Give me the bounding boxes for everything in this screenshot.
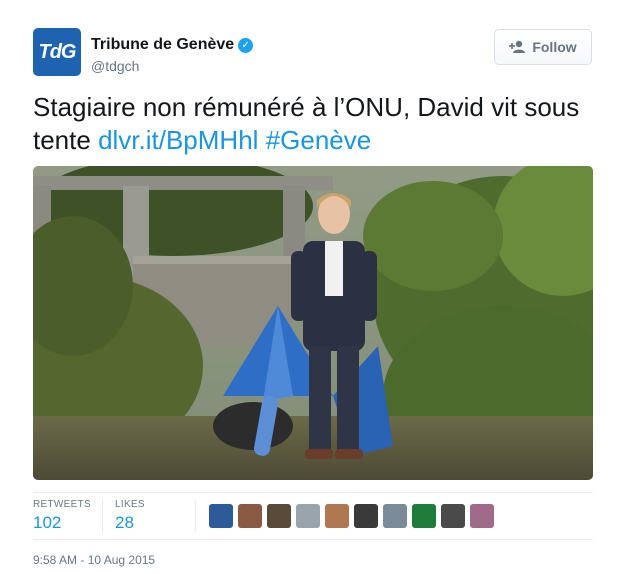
liker-avatar-8[interactable]: [412, 504, 436, 528]
likes-count[interactable]: 28: [115, 513, 145, 533]
follow-label: Follow: [532, 39, 577, 55]
liker-avatar-7[interactable]: [383, 504, 407, 528]
stats-separator: [102, 500, 103, 532]
follow-button[interactable]: Follow: [494, 29, 592, 65]
liker-avatar-4[interactable]: [296, 504, 320, 528]
verified-badge-icon: ✓: [238, 38, 254, 53]
liker-avatars: [209, 504, 494, 528]
liker-avatar-6[interactable]: [354, 504, 378, 528]
liker-avatar-3[interactable]: [267, 504, 291, 528]
account-handle[interactable]: @tdgch: [91, 58, 139, 74]
retweets-label: RETWEETS: [33, 499, 91, 510]
retweets-stat[interactable]: RETWEETS 102: [33, 499, 91, 533]
tweet-photo[interactable]: [33, 166, 593, 480]
liker-avatar-5[interactable]: [325, 504, 349, 528]
account-name-text[interactable]: Tribune de Genève: [91, 36, 234, 53]
tweet-timestamp[interactable]: 9:58 AM - 10 Aug 2015: [33, 553, 155, 567]
tweet-text: Stagiaire non rémunéré à l’ONU, David vi…: [33, 91, 593, 157]
add-user-icon: [509, 40, 526, 53]
likes-stat[interactable]: LIKES 28: [115, 499, 145, 533]
tweet-link[interactable]: dlvr.it/BpMHhl: [98, 125, 258, 155]
tweet-hashtag[interactable]: #Genève: [266, 125, 372, 155]
stats-divider-bottom: [33, 539, 593, 540]
liker-avatar-2[interactable]: [238, 504, 262, 528]
account-name[interactable]: Tribune de Genève ✓: [91, 36, 254, 54]
likes-label: LIKES: [115, 499, 145, 510]
stats-divider-top: [33, 492, 593, 493]
photo-tent-scene: [33, 166, 593, 480]
liker-avatar-1[interactable]: [209, 504, 233, 528]
retweets-count[interactable]: 102: [33, 513, 91, 533]
liker-avatar-10[interactable]: [470, 504, 494, 528]
account-avatar[interactable]: TdG: [33, 28, 81, 76]
tweet-card: TdG Tribune de Genève ✓ @tdgch Follow Sta…: [0, 0, 619, 574]
liker-avatar-9[interactable]: [441, 504, 465, 528]
stats-separator-2: [195, 500, 196, 532]
